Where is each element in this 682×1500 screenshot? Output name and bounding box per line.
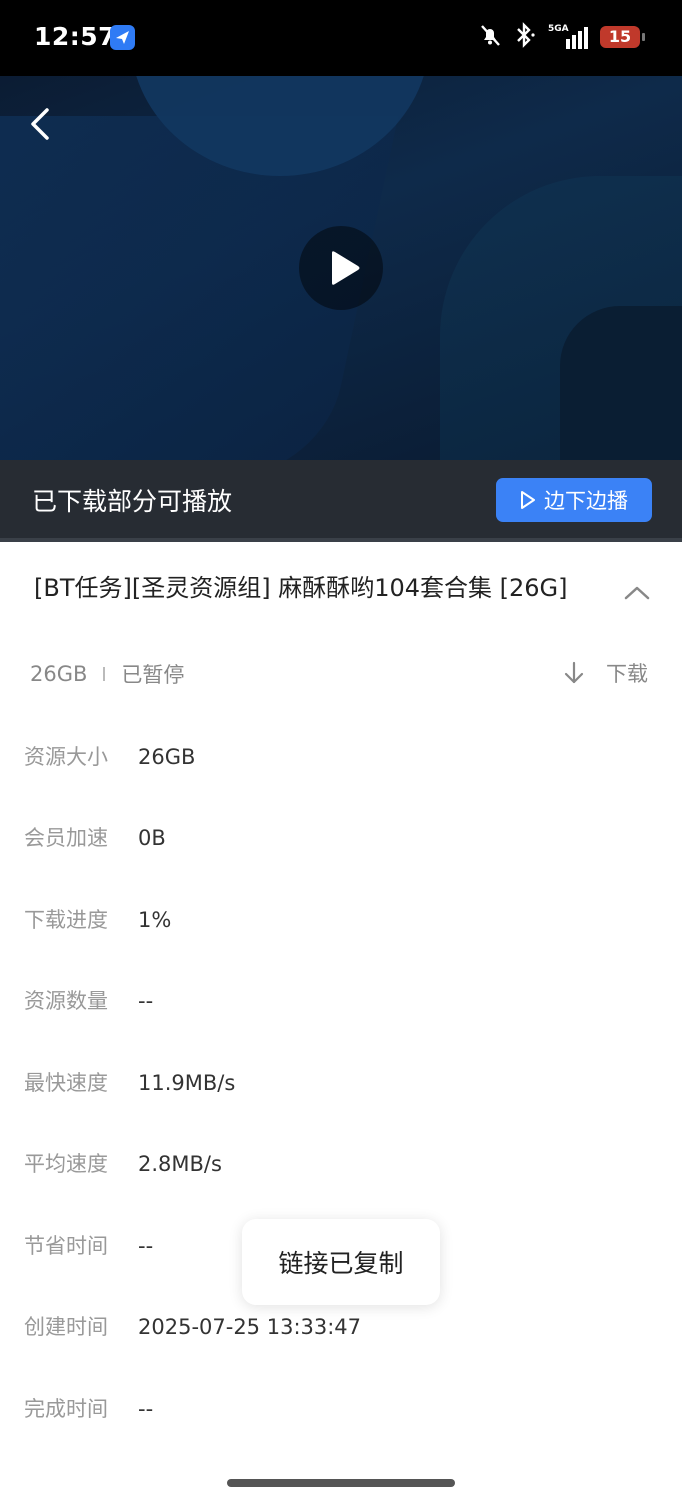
detail-label: 下载进度 <box>24 908 108 932</box>
meta-divider <box>103 667 106 681</box>
detail-row-resource-count: 资源数量 -- <box>24 985 153 1015</box>
battery-icon: 15 <box>600 26 645 48</box>
task-status: 已暂停 <box>121 663 185 687</box>
detail-label: 资源数量 <box>24 989 108 1013</box>
detail-row-avg-speed: 平均速度 2.8MB/s <box>24 1148 222 1178</box>
stream-button-label: 边下边播 <box>544 489 628 513</box>
detail-value: -- <box>138 989 154 1013</box>
detail-row-max-speed: 最快速度 11.9MB/s <box>24 1067 235 1097</box>
status-bar: 12:57 5GA 15 <box>0 0 682 76</box>
home-indicator[interactable] <box>227 1479 455 1487</box>
app-notification-icon <box>110 25 135 50</box>
back-icon[interactable] <box>22 102 62 146</box>
video-player[interactable] <box>0 76 682 460</box>
task-size: 26GB <box>30 662 88 686</box>
detail-label: 资源大小 <box>24 745 108 769</box>
detail-value: 26GB <box>138 745 196 769</box>
detail-value: 11.9MB/s <box>138 1071 236 1095</box>
stream-while-download-button[interactable]: 边下边播 <box>496 478 652 522</box>
mute-icon <box>478 23 502 51</box>
detail-row-size: 资源大小 26GB <box>24 741 195 771</box>
detail-label: 节省时间 <box>24 1234 108 1258</box>
detail-label: 会员加速 <box>24 826 108 850</box>
detail-label: 完成时间 <box>24 1397 108 1421</box>
task-meta: 26GB 已暂停 <box>30 659 184 689</box>
detail-value: 1% <box>138 908 172 932</box>
detail-label: 创建时间 <box>24 1315 108 1339</box>
chevron-up-icon[interactable] <box>622 580 652 604</box>
detail-value: 0B <box>138 826 166 850</box>
partial-play-label: 已下载部分可播放 <box>32 487 233 516</box>
signal-icon: 5GA <box>548 24 588 50</box>
detail-label: 最快速度 <box>24 1071 108 1095</box>
task-title: [BT任务][圣灵资源组] 麻酥酥哟104套合集 [26G] <box>34 574 568 602</box>
play-icon[interactable] <box>299 226 383 310</box>
download-arrow-icon <box>564 661 584 684</box>
status-icons: 5GA 15 <box>478 22 645 52</box>
download-label: 下载 <box>606 662 648 686</box>
play-outline-icon <box>521 491 535 509</box>
detail-label: 平均速度 <box>24 1152 108 1176</box>
detail-value: -- <box>138 1397 154 1421</box>
partial-play-bar: 已下载部分可播放 边下边播 <box>0 460 682 542</box>
detail-value: -- <box>138 1234 154 1258</box>
status-time: 12:57 <box>34 22 117 51</box>
detail-value: 2025-07-25 13:33:47 <box>138 1315 362 1339</box>
detail-value: 2.8MB/s <box>138 1152 222 1176</box>
detail-row-created-time: 创建时间 2025-07-25 13:33:47 <box>24 1311 361 1341</box>
detail-row-saved-time: 节省时间 -- <box>24 1230 153 1260</box>
detail-row-vip-speed: 会员加速 0B <box>24 822 166 852</box>
download-button[interactable]: 下载 <box>562 658 648 688</box>
detail-row-progress: 下载进度 1% <box>24 904 171 934</box>
bluetooth-icon <box>514 22 536 52</box>
detail-row-finished-time: 完成时间 -- <box>24 1393 153 1423</box>
toast-link-copied: 链接已复制 <box>242 1219 440 1305</box>
